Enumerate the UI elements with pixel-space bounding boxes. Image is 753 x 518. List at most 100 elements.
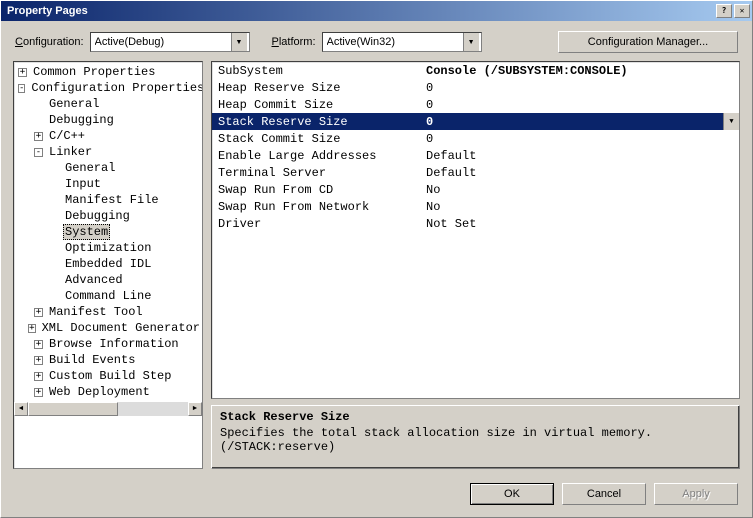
expand-icon[interactable]: + xyxy=(34,388,43,397)
tree-item[interactable]: +XML Document Generator xyxy=(14,320,202,336)
property-row[interactable]: Enable Large AddressesDefault xyxy=(212,147,739,164)
platform-value[interactable] xyxy=(323,33,463,51)
expand-icon[interactable]: + xyxy=(34,372,43,381)
property-value[interactable]: Console (/SUBSYSTEM:CONSOLE) xyxy=(422,64,739,78)
help-button[interactable]: ? xyxy=(716,4,732,18)
tree-item[interactable]: +Build Events xyxy=(14,352,202,368)
property-value[interactable]: No xyxy=(422,183,739,197)
tree-item[interactable]: Debugging xyxy=(14,112,202,128)
property-name: Swap Run From CD xyxy=(212,183,422,197)
property-row[interactable]: Stack Commit Size0 xyxy=(212,130,739,147)
description-body: Specifies the total stack allocation siz… xyxy=(220,426,731,454)
tree-item[interactable]: + Manifest Tool xyxy=(14,304,202,320)
tree-item-label: General xyxy=(63,161,117,175)
chevron-down-icon[interactable] xyxy=(463,33,479,51)
property-name: Heap Commit Size xyxy=(212,98,422,112)
property-value[interactable]: No xyxy=(422,200,739,214)
property-row[interactable]: Stack Reserve Size0 xyxy=(212,113,739,130)
configuration-manager-button[interactable]: Configuration Manager... xyxy=(558,31,738,53)
collapse-icon[interactable]: - xyxy=(18,84,25,93)
property-grid[interactable]: SubSystemConsole (/SUBSYSTEM:CONSOLE)Hea… xyxy=(211,61,740,399)
tree-item[interactable]: + Custom Build Step xyxy=(14,368,202,384)
tree-item-label: General xyxy=(47,97,101,111)
property-row[interactable]: DriverNot Set xyxy=(212,215,739,232)
cancel-button[interactable]: Cancel xyxy=(562,483,646,505)
property-value[interactable]: Not Set xyxy=(422,217,739,231)
tree-item-label: Debugging xyxy=(47,113,116,127)
scroll-right-icon[interactable]: ► xyxy=(188,402,202,416)
property-row[interactable]: Heap Reserve Size0 xyxy=(212,79,739,96)
expand-icon[interactable]: + xyxy=(34,132,43,141)
tree-item[interactable]: Embedded IDL xyxy=(14,256,202,272)
property-value[interactable]: Default xyxy=(422,166,739,180)
titlebar[interactable]: Property Pages ? ✕ xyxy=(1,1,752,21)
tree-item[interactable]: System xyxy=(14,224,202,240)
apply-button[interactable]: Apply xyxy=(654,483,738,505)
property-name: Heap Reserve Size xyxy=(212,81,422,95)
tree-item[interactable]: + Common Properties xyxy=(14,64,202,80)
tree-item[interactable]: + Web Deployment xyxy=(14,384,202,400)
property-row[interactable]: Heap Commit Size0 xyxy=(212,96,739,113)
scroll-thumb[interactable] xyxy=(28,402,118,416)
property-name: Driver xyxy=(212,217,422,231)
expand-icon[interactable]: + xyxy=(34,356,43,365)
tree-item-label: Linker xyxy=(47,145,94,159)
tree-item-label: Command Line xyxy=(63,289,153,303)
property-name: Terminal Server xyxy=(212,166,422,180)
tree-item-label: Input xyxy=(63,177,103,191)
tree-item-label: Embedded IDL xyxy=(63,257,153,271)
tree-item[interactable]: Optimization xyxy=(14,240,202,256)
ok-button[interactable]: OK xyxy=(470,483,554,505)
tree-item-label: Configuration Properties xyxy=(29,81,203,95)
close-button[interactable]: ✕ xyxy=(734,4,750,18)
collapse-icon[interactable]: - xyxy=(34,148,43,157)
tree-item[interactable]: -Linker xyxy=(14,144,202,160)
property-name: SubSystem xyxy=(212,64,422,78)
tree-item[interactable]: General xyxy=(14,160,202,176)
expand-icon[interactable]: + xyxy=(28,324,35,333)
platform-select[interactable] xyxy=(322,32,482,52)
tree-item-label: Manifest Tool xyxy=(47,305,145,319)
tree-item[interactable]: +C/C++ xyxy=(14,128,202,144)
property-name: Stack Commit Size xyxy=(212,132,422,146)
expand-icon[interactable]: + xyxy=(18,68,27,77)
property-row[interactable]: Swap Run From NetworkNo xyxy=(212,198,739,215)
property-value[interactable]: 0 xyxy=(422,132,739,146)
property-value[interactable]: Default xyxy=(422,149,739,163)
chevron-down-icon[interactable] xyxy=(231,33,247,51)
tree-item[interactable]: Manifest File xyxy=(14,192,202,208)
tree-item-label: Web Deployment xyxy=(47,385,152,399)
tree-item[interactable]: Command Line xyxy=(14,288,202,304)
tree-item[interactable]: General xyxy=(14,96,202,112)
property-value[interactable]: 0 xyxy=(422,98,739,112)
property-row[interactable]: Terminal ServerDefault xyxy=(212,164,739,181)
property-value[interactable]: 0 xyxy=(422,115,723,129)
tree-item[interactable]: + Browse Information xyxy=(14,336,202,352)
scroll-left-icon[interactable]: ◄ xyxy=(14,402,28,416)
footer: OK Cancel Apply xyxy=(1,475,752,517)
expand-icon[interactable]: + xyxy=(34,340,43,349)
property-row[interactable]: Swap Run From CDNo xyxy=(212,181,739,198)
tree-item-label: Common Properties xyxy=(31,65,157,79)
tree-item[interactable]: Advanced xyxy=(14,272,202,288)
tree-item-label: System xyxy=(63,224,110,240)
chevron-down-icon[interactable] xyxy=(723,113,739,130)
expand-icon[interactable]: + xyxy=(34,308,43,317)
property-name: Enable Large Addresses xyxy=(212,149,422,163)
tree-item[interactable]: Input xyxy=(14,176,202,192)
configuration-select[interactable] xyxy=(90,32,250,52)
tree-item-label: Custom Build Step xyxy=(47,369,173,383)
tree-item-label: Browse Information xyxy=(47,337,181,351)
tree-item-label: Advanced xyxy=(63,273,125,287)
tree-panel[interactable]: +Common Properties-Configuration Propert… xyxy=(13,61,203,469)
window-title: Property Pages xyxy=(7,5,714,17)
configuration-label: Configuration: xyxy=(15,36,84,48)
scrollbar-horizontal[interactable]: ◄ ► xyxy=(14,402,202,416)
tree-item[interactable]: Debugging xyxy=(14,208,202,224)
tree-item[interactable]: -Configuration Properties xyxy=(14,80,202,96)
configuration-value[interactable] xyxy=(91,33,231,51)
property-name: Swap Run From Network xyxy=(212,200,422,214)
platform-label: Platform: xyxy=(272,36,316,48)
property-row[interactable]: SubSystemConsole (/SUBSYSTEM:CONSOLE) xyxy=(212,62,739,79)
property-value[interactable]: 0 xyxy=(422,81,739,95)
